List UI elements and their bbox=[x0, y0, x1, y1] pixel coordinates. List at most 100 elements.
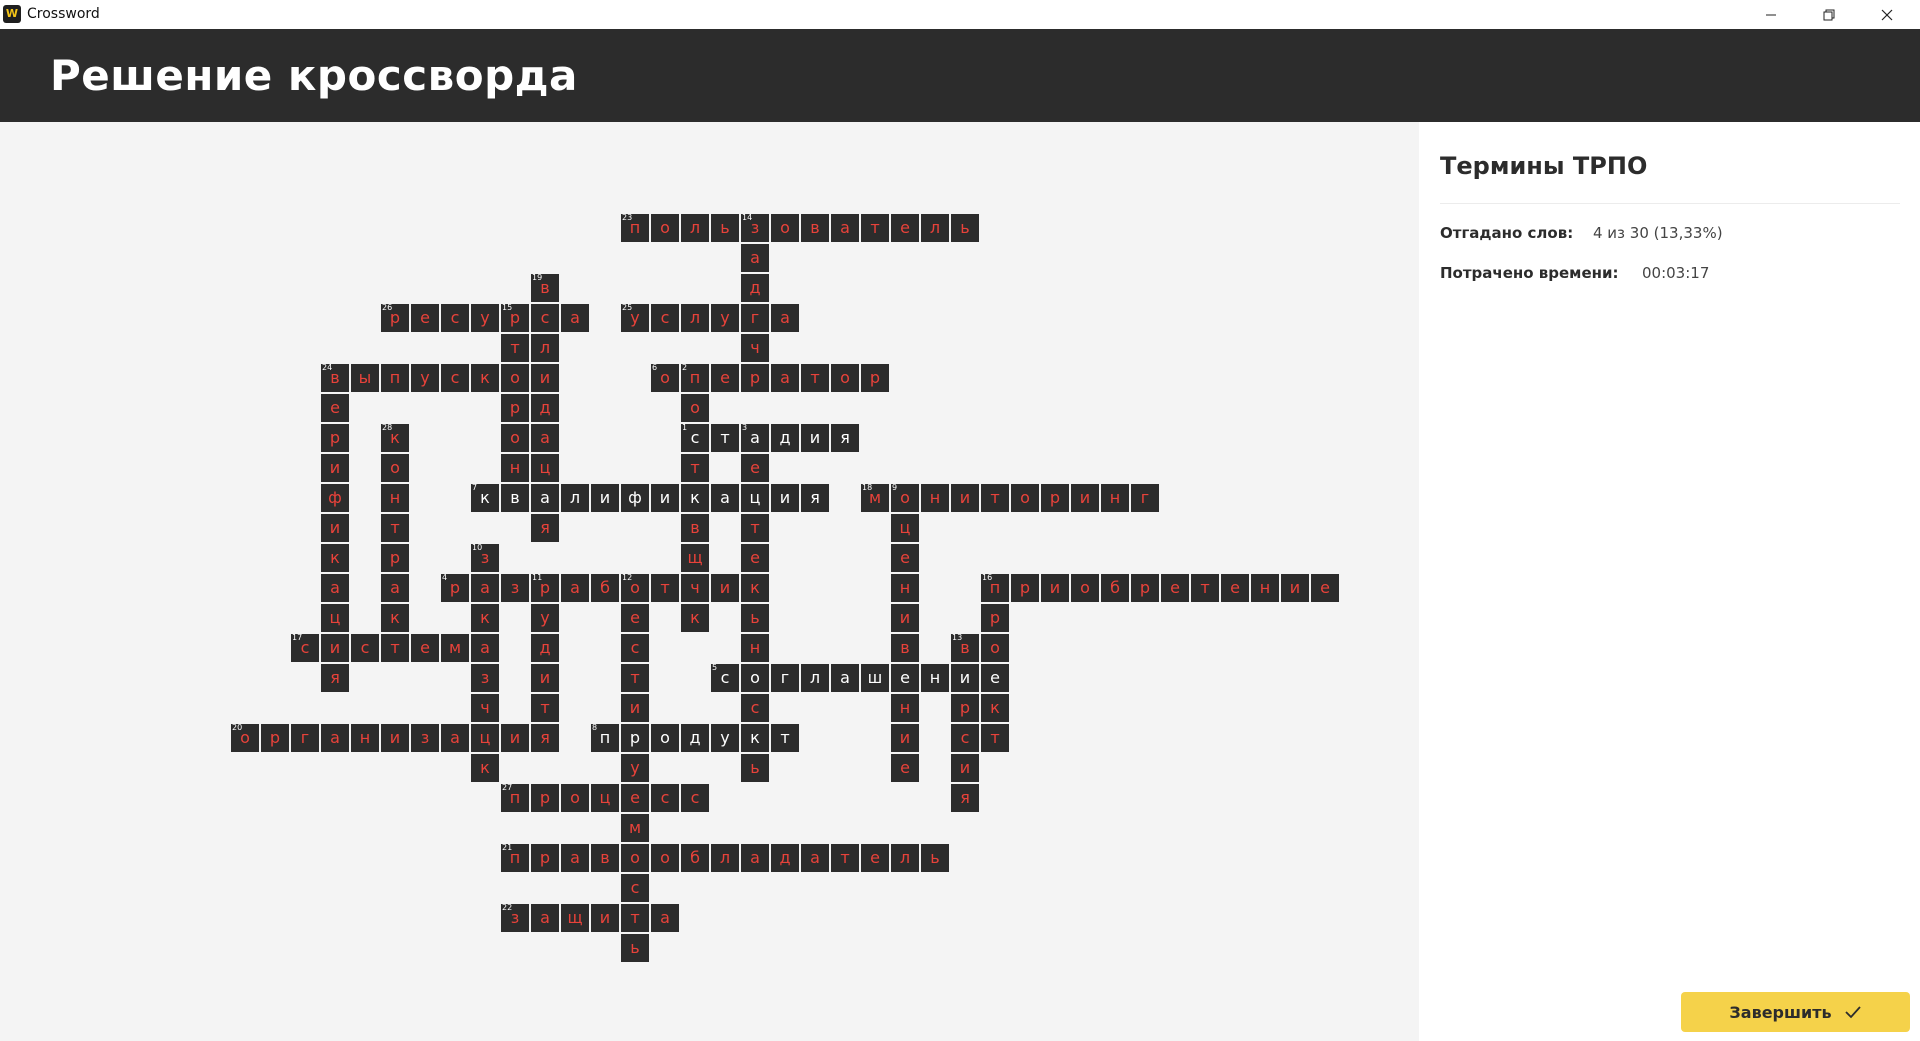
crossword-cell[interactable]: т bbox=[381, 634, 409, 662]
crossword-cell[interactable]: ь bbox=[621, 934, 649, 962]
crossword-cell[interactable]: ф bbox=[621, 484, 649, 512]
crossword-cell[interactable]: м bbox=[441, 634, 469, 662]
crossword-cell[interactable]: д bbox=[771, 844, 799, 872]
crossword-cell[interactable]: б bbox=[591, 574, 619, 602]
close-button[interactable] bbox=[1864, 0, 1910, 29]
crossword-cell[interactable]: г bbox=[291, 724, 319, 752]
crossword-cell[interactable]: а bbox=[561, 574, 589, 602]
crossword-cell[interactable]: п bbox=[381, 364, 409, 392]
crossword-cell[interactable]: у bbox=[471, 304, 499, 332]
crossword-cell[interactable]: р bbox=[321, 424, 349, 452]
crossword-cell[interactable]: е bbox=[891, 664, 919, 692]
crossword-cell[interactable]: с bbox=[531, 304, 559, 332]
crossword-cell[interactable]: т bbox=[681, 454, 709, 482]
crossword-cell[interactable]: з bbox=[411, 724, 439, 752]
restore-button[interactable] bbox=[1806, 0, 1852, 29]
crossword-cell[interactable]: к7 bbox=[471, 483, 499, 512]
crossword-cell[interactable]: т bbox=[711, 424, 739, 452]
crossword-cell[interactable]: с bbox=[651, 784, 679, 812]
crossword-cell[interactable]: п 23 bbox=[621, 213, 649, 242]
crossword-cell[interactable]: е bbox=[1311, 574, 1339, 602]
crossword-cell[interactable]: н bbox=[741, 634, 769, 662]
crossword-cell[interactable]: т bbox=[621, 664, 649, 692]
crossword-cell[interactable]: а bbox=[471, 574, 499, 602]
crossword-cell[interactable]: в 24 bbox=[321, 363, 349, 392]
crossword-cell[interactable]: н bbox=[891, 694, 919, 722]
crossword-cell[interactable]: р bbox=[981, 604, 1009, 632]
crossword-cell[interactable]: в bbox=[681, 514, 709, 542]
crossword-cell[interactable]: и bbox=[651, 484, 679, 512]
crossword-cell[interactable]: к bbox=[681, 604, 709, 632]
crossword-cell[interactable]: о bbox=[381, 454, 409, 482]
crossword-cell[interactable]: а bbox=[321, 574, 349, 602]
crossword-cell[interactable]: о bbox=[681, 394, 709, 422]
crossword-cell[interactable]: з 22 bbox=[501, 903, 529, 932]
crossword-cell[interactable]: н bbox=[921, 484, 949, 512]
crossword-cell[interactable]: и bbox=[801, 424, 829, 452]
crossword-cell[interactable]: и bbox=[621, 694, 649, 722]
crossword-cell[interactable]: в 19 bbox=[531, 273, 559, 302]
crossword-cell[interactable]: т bbox=[861, 214, 889, 242]
crossword-cell[interactable]: о9 bbox=[891, 483, 919, 512]
crossword-cell[interactable]: т bbox=[381, 514, 409, 542]
crossword-cell[interactable]: е bbox=[741, 454, 769, 482]
crossword-cell[interactable]: р bbox=[531, 844, 559, 872]
crossword-cell[interactable]: о bbox=[501, 364, 529, 392]
crossword-cell[interactable]: о bbox=[651, 724, 679, 752]
crossword-cell[interactable]: с bbox=[741, 694, 769, 722]
crossword-cell[interactable]: а bbox=[831, 664, 859, 692]
crossword-cell[interactable]: л bbox=[681, 214, 709, 242]
crossword-cell[interactable]: р bbox=[741, 364, 769, 392]
crossword-cell[interactable]: и bbox=[591, 904, 619, 932]
crossword-cell[interactable]: г bbox=[741, 304, 769, 332]
crossword-cell[interactable]: с 17 bbox=[291, 633, 319, 662]
crossword-cell[interactable]: е bbox=[621, 784, 649, 812]
crossword-cell[interactable]: ь bbox=[951, 214, 979, 242]
crossword-cell[interactable]: я bbox=[531, 724, 559, 752]
crossword-cell[interactable]: в bbox=[891, 634, 919, 662]
crossword-cell[interactable]: а bbox=[801, 844, 829, 872]
crossword-cell[interactable]: л bbox=[921, 214, 949, 242]
crossword-cell[interactable]: т bbox=[501, 334, 529, 362]
crossword-cell[interactable]: р4 bbox=[441, 573, 469, 602]
crossword-cell[interactable]: б bbox=[1101, 574, 1129, 602]
crossword-cell[interactable]: ь bbox=[741, 604, 769, 632]
crossword-cell[interactable]: с bbox=[441, 304, 469, 332]
crossword-cell[interactable]: и bbox=[1041, 574, 1069, 602]
crossword-cell[interactable]: с1 bbox=[681, 423, 709, 452]
crossword-cell[interactable]: о bbox=[621, 844, 649, 872]
crossword-cell[interactable]: е bbox=[1161, 574, 1189, 602]
crossword-cell[interactable]: е bbox=[1221, 574, 1249, 602]
crossword-cell[interactable]: н bbox=[501, 454, 529, 482]
crossword-cell[interactable]: з 14 bbox=[741, 213, 769, 242]
crossword-cell[interactable]: в 13 bbox=[951, 633, 979, 662]
crossword-cell[interactable]: а bbox=[651, 904, 679, 932]
crossword-cell[interactable]: ч bbox=[681, 574, 709, 602]
crossword-cell[interactable]: р bbox=[1131, 574, 1159, 602]
crossword-cell[interactable]: о bbox=[1071, 574, 1099, 602]
crossword-cell[interactable]: к bbox=[981, 694, 1009, 722]
crossword-cell[interactable]: и bbox=[951, 664, 979, 692]
crossword-cell[interactable]: т bbox=[531, 694, 559, 722]
crossword-cell[interactable]: л bbox=[681, 304, 709, 332]
crossword-cell[interactable]: ц bbox=[591, 784, 619, 812]
crossword-cell[interactable]: т bbox=[771, 724, 799, 752]
crossword-cell[interactable]: р bbox=[861, 364, 889, 392]
crossword-cell[interactable]: у bbox=[411, 364, 439, 392]
crossword-cell[interactable]: з bbox=[501, 574, 529, 602]
crossword-cell[interactable]: е bbox=[711, 364, 739, 392]
crossword-cell[interactable]: г bbox=[771, 664, 799, 692]
crossword-cell[interactable]: е bbox=[861, 844, 889, 872]
crossword-cell[interactable]: ь bbox=[921, 844, 949, 872]
crossword-cell[interactable]: и bbox=[501, 724, 529, 752]
crossword-cell[interactable]: о bbox=[651, 214, 679, 242]
crossword-cell[interactable]: в bbox=[591, 844, 619, 872]
crossword-cell[interactable]: р bbox=[501, 394, 529, 422]
crossword-cell[interactable]: а bbox=[531, 424, 559, 452]
crossword-cell[interactable]: р 11 bbox=[531, 573, 559, 602]
crossword-cell[interactable]: з bbox=[471, 664, 499, 692]
crossword-cell[interactable]: н bbox=[921, 664, 949, 692]
crossword-cell[interactable]: и bbox=[951, 754, 979, 782]
crossword-cell[interactable]: т bbox=[741, 514, 769, 542]
crossword-cell[interactable]: и bbox=[531, 664, 559, 692]
